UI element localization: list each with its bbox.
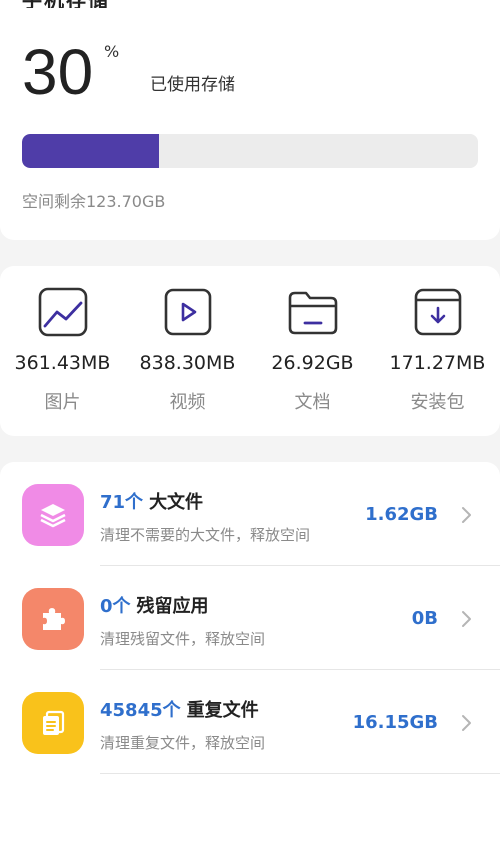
category-grid: 361.43MB 图片 838.30MB 视频 26.92GB 文档 171.2…: [0, 266, 500, 436]
item-subtitle: 清理残留文件，释放空间: [100, 630, 266, 648]
category-size: 838.30MB: [139, 352, 236, 374]
divider: [100, 773, 500, 774]
item-subtitle: 清理重复文件，释放空间: [100, 734, 266, 752]
category-label: 文档: [294, 392, 331, 413]
cleanup-list: 71个 大文件 清理不需要的大文件，释放空间 1.62GB 0个 残留应用 清理残留…: [0, 462, 500, 866]
folder-icon: [288, 291, 337, 335]
category-label: 视频: [169, 392, 206, 413]
image-icon: [38, 287, 87, 337]
chevron-right-icon: [462, 611, 471, 627]
category-size: 361.43MB: [14, 352, 111, 374]
chevron-right-icon: [462, 507, 471, 523]
video-icon: [164, 288, 211, 336]
puzzle-icon: [22, 588, 84, 650]
item-title: 重复文件: [186, 700, 259, 721]
item-title: 残留应用: [136, 596, 209, 617]
package-icon: [414, 288, 461, 336]
cleanup-item-title: 71个 大文件: [100, 488, 203, 514]
category-size: 171.27MB: [389, 352, 486, 374]
category-size: 26.92GB: [271, 352, 354, 374]
item-size: 0B: [411, 608, 438, 629]
cleanup-item-title: 0个 残留应用: [100, 592, 209, 618]
storage-page: 手机存储 30 % 已使用存储 空间剩余123.70GB 361.43MB 图片…: [0, 0, 500, 866]
cleanup-item-title: 45845个 重复文件: [100, 696, 259, 722]
page-title: 手机存储: [22, 0, 110, 8]
item-subtitle: 清理不需要的大文件，释放空间: [100, 526, 311, 544]
category-images[interactable]: 361.43MB 图片: [0, 266, 125, 436]
used-storage-label: 已使用存储: [150, 75, 235, 95]
category-videos[interactable]: 838.30MB 视频: [125, 266, 250, 436]
storage-progress-fill: [22, 134, 159, 168]
category-documents[interactable]: 26.92GB 文档: [250, 266, 375, 436]
category-packages[interactable]: 171.27MB 安装包: [375, 266, 500, 436]
percent-sign: %: [104, 42, 120, 61]
item-size: 1.62GB: [365, 504, 438, 525]
free-space-text: 空间剩余123.70GB: [22, 192, 166, 211]
storage-summary-card: 手机存储 30 % 已使用存储 空间剩余123.70GB: [0, 0, 500, 240]
used-percent-value: 30: [22, 36, 94, 108]
duplicate-icon: [22, 692, 84, 754]
cleanup-item-duplicate-files[interactable]: 45845个 重复文件 清理重复文件，释放空间 16.15GB: [0, 670, 500, 774]
item-size: 16.15GB: [352, 712, 438, 733]
cleanup-item-large-files[interactable]: 71个 大文件 清理不需要的大文件，释放空间 1.62GB: [0, 462, 500, 566]
item-count: 0个: [100, 596, 131, 617]
category-label: 安装包: [410, 392, 465, 413]
storage-progress-bar: [22, 134, 478, 168]
chevron-right-icon: [462, 715, 471, 731]
category-label: 图片: [44, 392, 81, 413]
layers-icon: [22, 484, 84, 546]
item-title: 大文件: [149, 492, 204, 513]
cleanup-item-residual-apps[interactable]: 0个 残留应用 清理残留文件，释放空间 0B: [0, 566, 500, 670]
item-count: 45845个: [100, 700, 181, 721]
item-count: 71个: [100, 492, 144, 513]
